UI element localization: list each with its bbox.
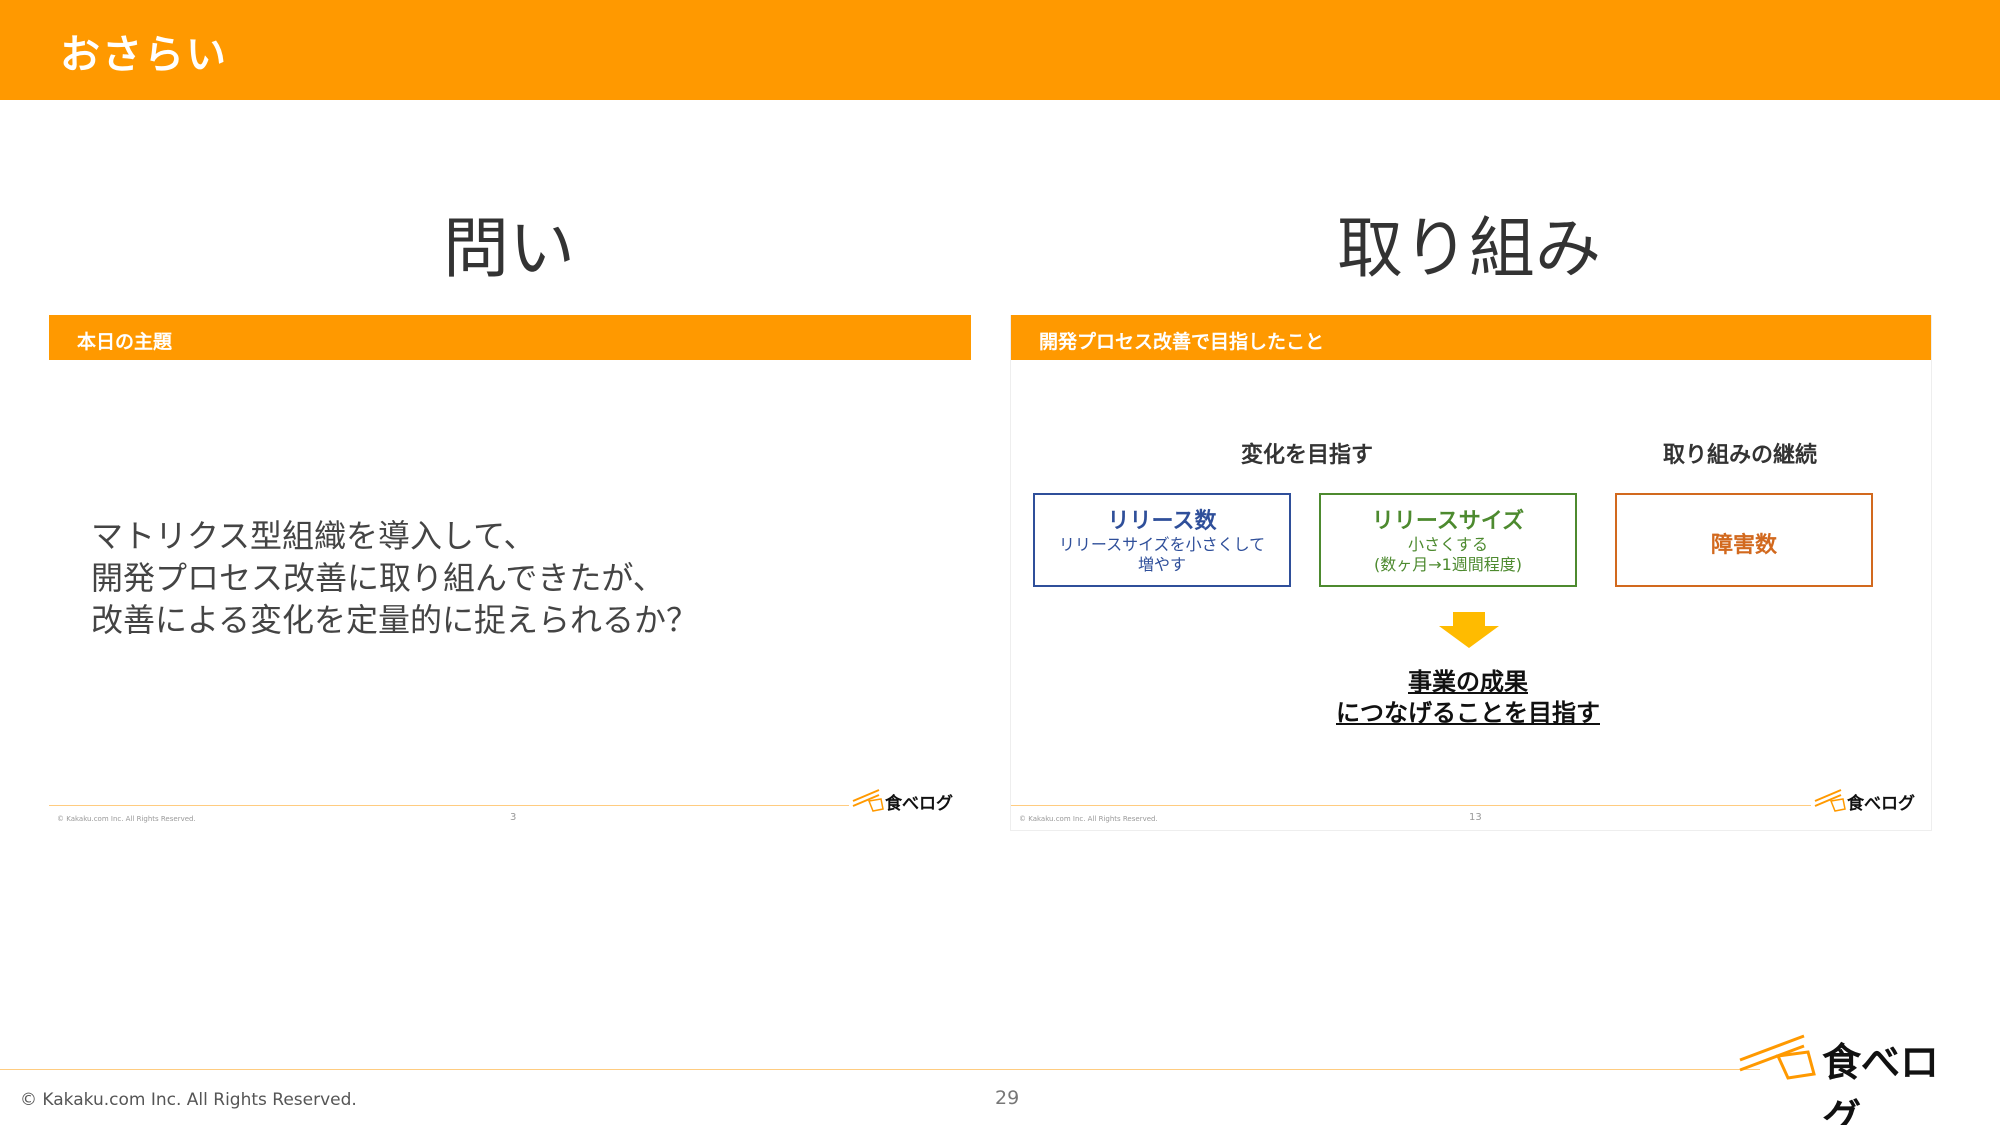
footer-divider	[0, 1069, 1760, 1070]
metric-title: リリース数	[1107, 509, 1217, 534]
metric-description: リリースサイズを小さくして 増やす	[1058, 535, 1266, 574]
logo-text: 食べログ	[885, 794, 953, 814]
footer-divider	[1011, 805, 1811, 806]
chopsticks-icon	[852, 789, 884, 812]
metric-release-size: リリースサイズ 小さくする (数ヶ月→1週間程度)	[1319, 493, 1577, 587]
copyright: © Kakaku.com Inc. All Rights Reserved.	[20, 1090, 357, 1110]
page-number: 29	[995, 1087, 1020, 1109]
metric-title: 障害数	[1710, 533, 1777, 558]
metric-incident-count: 障害数	[1615, 493, 1873, 587]
metric-title: リリースサイズ	[1371, 509, 1525, 534]
down-arrow-icon	[1439, 612, 1499, 648]
logo-text: 食べログ	[1847, 794, 1915, 814]
slide-title: おさらい	[60, 32, 228, 78]
initiative-heading: 取り組み	[1337, 210, 1601, 287]
goal-change-label: 変化を目指す	[1241, 443, 1374, 468]
slide-copyright: © Kakaku.com Inc. All Rights Reserved.	[1019, 815, 1158, 823]
chopsticks-icon	[1814, 789, 1846, 812]
metric-release-count: リリース数 リリースサイズを小さくして 増やす	[1033, 493, 1291, 587]
question-heading: 問い	[443, 210, 575, 287]
slide-title-bar: 開発プロセス改善で目指したこと	[1011, 315, 1931, 360]
metric-description: 小さくする (数ヶ月→1週間程度)	[1373, 535, 1523, 574]
thumbnail-slide-initiative: 開発プロセス改善で目指したこと 変化を目指す 取り組みの継続 リリース数 リリー…	[1010, 315, 1932, 831]
slide-bar-title: 開発プロセス改善で目指したこと	[1039, 331, 1325, 353]
thumbnail-slide-question: 本日の主題 マトリクス型組織を導入して、 開発プロセス改善に取り組んできたが、 …	[49, 315, 971, 831]
slide-page-number: 13	[1469, 812, 1482, 823]
question-text: マトリクス型組織を導入して、 開発プロセス改善に取り組んできたが、 改善による変…	[91, 517, 699, 639]
tabelog-logo: 食べログ	[1813, 787, 1923, 817]
tabelog-logo: 食べログ	[851, 787, 961, 817]
slide-copyright: © Kakaku.com Inc. All Rights Reserved.	[57, 815, 196, 823]
logo-text: 食べログ	[1822, 1041, 1940, 1125]
slide-title-bar: 本日の主題	[49, 315, 971, 360]
footer-divider	[49, 805, 849, 806]
goal-continue-label: 取り組みの継続	[1663, 443, 1818, 468]
header-bar: おさらい	[0, 0, 2000, 100]
slide-page-number: 3	[510, 812, 517, 823]
conclusion-text: 事業の成果 につなげることを目指す	[1336, 668, 1600, 727]
chopsticks-icon	[1739, 1034, 1816, 1080]
tabelog-logo: 食べログ	[1738, 1032, 1968, 1125]
slide-bar-title: 本日の主題	[77, 331, 173, 353]
